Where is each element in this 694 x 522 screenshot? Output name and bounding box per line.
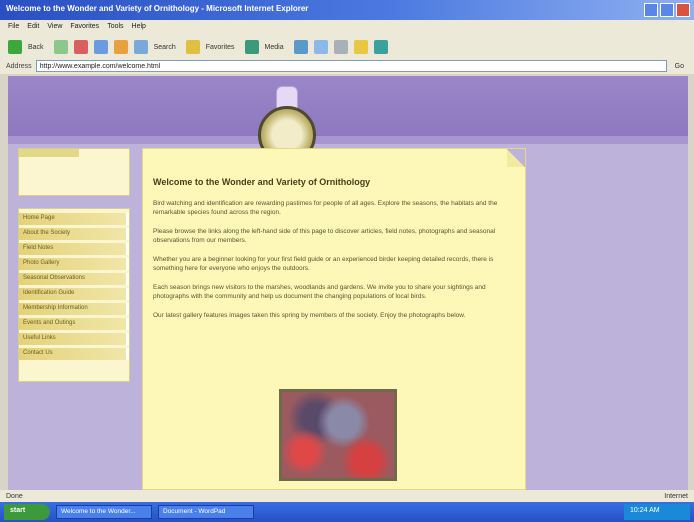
menu-edit[interactable]: Edit bbox=[27, 23, 39, 33]
paragraph: Bird watching and identification are rew… bbox=[153, 200, 498, 216]
go-button[interactable]: Go bbox=[671, 63, 688, 70]
stop-icon[interactable] bbox=[73, 40, 88, 54]
sidebar-nav: Home Page About the Society Field Notes … bbox=[18, 208, 130, 382]
nav-link[interactable]: About the Society bbox=[19, 228, 129, 240]
status-bar: Done Internet bbox=[0, 490, 694, 502]
status-text: Done bbox=[6, 492, 23, 500]
print-icon[interactable] bbox=[333, 40, 348, 54]
sidebar-box-tab bbox=[19, 149, 79, 157]
nav-link[interactable]: Useful Links bbox=[19, 333, 129, 345]
back-label[interactable]: Back bbox=[28, 44, 44, 51]
address-input[interactable] bbox=[35, 60, 667, 72]
address-bar: Address Go bbox=[0, 58, 694, 74]
nav-link[interactable]: Seasonal Observations bbox=[19, 273, 129, 285]
window-titlebar: Welcome to the Wonder and Variety of Orn… bbox=[0, 0, 694, 20]
menu-help[interactable]: Help bbox=[132, 23, 146, 33]
window-controls bbox=[644, 3, 690, 17]
menu-bar: File Edit View Favorites Tools Help bbox=[0, 20, 694, 36]
close-button[interactable] bbox=[676, 3, 690, 17]
favorites-icon[interactable] bbox=[185, 40, 200, 54]
paragraph: Each season brings new visitors to the m… bbox=[153, 284, 486, 300]
page-title: Welcome to the Wonder and Variety of Orn… bbox=[153, 177, 371, 187]
menu-favorites[interactable]: Favorites bbox=[70, 23, 99, 33]
nav-link[interactable]: Field Notes bbox=[19, 243, 129, 255]
back-icon[interactable] bbox=[8, 40, 22, 54]
gallery-photo[interactable] bbox=[279, 389, 397, 481]
search-label[interactable]: Search bbox=[154, 44, 176, 51]
paragraph: Our latest gallery features images taken… bbox=[153, 312, 466, 319]
media-icon[interactable] bbox=[244, 40, 259, 54]
menu-file[interactable]: File bbox=[8, 23, 19, 33]
history-icon[interactable] bbox=[293, 40, 308, 54]
paragraph: Please browse the links along the left-h… bbox=[153, 228, 496, 244]
taskbar-item[interactable]: Document - WordPad bbox=[158, 505, 254, 519]
edit-icon[interactable] bbox=[353, 40, 368, 54]
paragraph: Whether you are a beginner looking for y… bbox=[153, 256, 494, 272]
media-label[interactable]: Media bbox=[265, 44, 284, 51]
taskbar: start Welcome to the Wonder... Document … bbox=[0, 502, 694, 522]
site-header bbox=[8, 76, 688, 136]
search-icon[interactable] bbox=[133, 40, 148, 54]
nav-link[interactable]: Identification Guide bbox=[19, 288, 129, 300]
menu-view[interactable]: View bbox=[47, 23, 62, 33]
browser-toolbar: Back Search Favorites Media bbox=[0, 36, 694, 58]
mail-icon[interactable] bbox=[313, 40, 328, 54]
nav-link[interactable]: Home Page bbox=[19, 213, 129, 225]
main-panel: Welcome to the Wonder and Variety of Orn… bbox=[142, 148, 526, 490]
nav-link[interactable]: Membership Information bbox=[19, 303, 129, 315]
minimize-button[interactable] bbox=[644, 3, 658, 17]
forward-icon[interactable] bbox=[53, 40, 68, 54]
start-button[interactable]: start bbox=[4, 504, 50, 520]
menu-tools[interactable]: Tools bbox=[107, 23, 123, 33]
nav-link[interactable]: Events and Outings bbox=[19, 318, 129, 330]
nav-link[interactable]: Photo Gallery bbox=[19, 258, 129, 270]
discuss-icon[interactable] bbox=[373, 40, 388, 54]
sidebar: Home Page About the Society Field Notes … bbox=[18, 148, 130, 382]
refresh-icon[interactable] bbox=[93, 40, 108, 54]
security-zone: Internet bbox=[664, 492, 688, 500]
taskbar-item[interactable]: Welcome to the Wonder... bbox=[56, 505, 152, 519]
home-icon[interactable] bbox=[113, 40, 128, 54]
sidebar-info-box bbox=[18, 148, 130, 196]
page-content: Home Page About the Society Field Notes … bbox=[8, 76, 688, 490]
favorites-label[interactable]: Favorites bbox=[206, 44, 235, 51]
maximize-button[interactable] bbox=[660, 3, 674, 17]
system-tray-clock: 10:24 AM bbox=[624, 504, 690, 520]
window-title: Welcome to the Wonder and Variety of Orn… bbox=[6, 4, 309, 13]
header-strip bbox=[8, 136, 688, 144]
nav-link[interactable]: Contact Us bbox=[19, 348, 129, 360]
page-corner bbox=[507, 149, 525, 167]
address-label: Address bbox=[6, 62, 32, 70]
